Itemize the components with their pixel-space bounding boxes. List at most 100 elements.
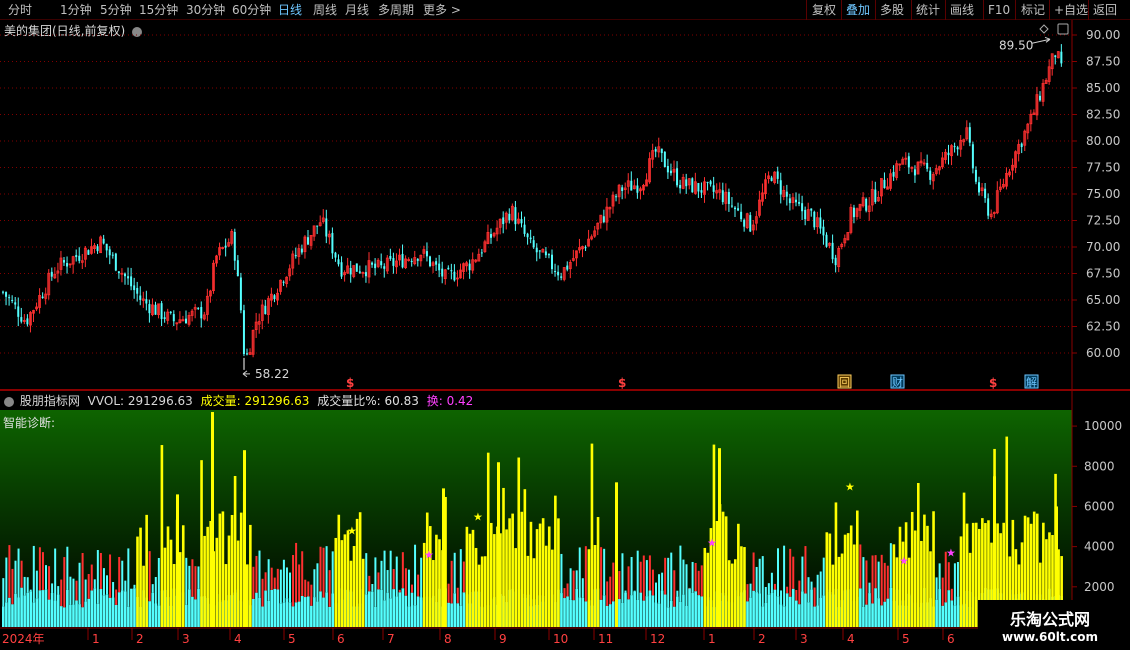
tab-4[interactable]: 30分钟 bbox=[186, 2, 225, 18]
diamond-icon[interactable] bbox=[1039, 24, 1049, 34]
volume-base-bar bbox=[66, 589, 69, 627]
candle-body bbox=[87, 250, 90, 255]
candle-body bbox=[63, 260, 65, 263]
candle-body bbox=[224, 245, 227, 248]
volume-base-bar bbox=[746, 601, 749, 627]
toolbar-button-7[interactable]: +自选 bbox=[1054, 2, 1088, 18]
candle-body bbox=[358, 271, 361, 273]
month-label: 1 bbox=[708, 632, 716, 646]
candle-body bbox=[145, 299, 148, 304]
indicator-chart[interactable]: 100008000600040002000★★★★★★★2024年 1 2 3 4 5 6 7… bbox=[0, 390, 1130, 650]
volume-yellow-bar bbox=[477, 564, 481, 627]
tab-10[interactable]: 更多 > bbox=[423, 2, 461, 18]
toolbar-button-6[interactable]: 标记 bbox=[1021, 2, 1045, 18]
volume-yellow-bar bbox=[142, 565, 145, 627]
volume-yellow-bar bbox=[965, 523, 969, 627]
tab-7[interactable]: 周线 bbox=[313, 2, 337, 18]
volume-base-bar bbox=[874, 588, 877, 627]
volume-yellow-bar bbox=[358, 512, 362, 627]
candle-body bbox=[679, 184, 682, 189]
volume-base-bar bbox=[117, 592, 121, 627]
tab-1[interactable]: 1分钟 bbox=[60, 2, 92, 18]
candle-body bbox=[197, 307, 200, 309]
month-label: 2 bbox=[758, 632, 766, 646]
tab-3[interactable]: 15分钟 bbox=[139, 2, 178, 18]
volume-base-bar bbox=[17, 597, 20, 627]
candle-body bbox=[798, 202, 801, 204]
month-label: 2 bbox=[136, 632, 144, 646]
volume-base-bar bbox=[676, 596, 679, 627]
volume-yellow-bar bbox=[502, 487, 505, 627]
volume-base-bar bbox=[685, 605, 688, 627]
toolbar-button-0[interactable]: 复权 bbox=[812, 2, 836, 18]
toolbar-button-8[interactable]: 返回 bbox=[1093, 2, 1117, 18]
candle-body bbox=[749, 215, 752, 232]
volume-yellow-bar bbox=[346, 530, 350, 627]
signal-star-icon: ★ bbox=[347, 525, 357, 538]
candle-body bbox=[740, 211, 743, 220]
volume-yellow-bar bbox=[926, 525, 929, 627]
tab-8[interactable]: 月线 bbox=[345, 2, 369, 18]
signal-star-icon: ★ bbox=[424, 549, 434, 562]
candle-body bbox=[621, 187, 624, 191]
volume-base-bar bbox=[862, 606, 865, 627]
volume-base-bar bbox=[602, 595, 606, 627]
candle-body bbox=[978, 182, 980, 193]
tab-5[interactable]: 60分钟 bbox=[232, 2, 271, 18]
candle-body bbox=[663, 151, 666, 168]
volume-base-bar bbox=[639, 592, 643, 627]
volume-base-bar bbox=[90, 590, 94, 627]
candle-body bbox=[865, 198, 868, 211]
toolbar-button-2[interactable]: 多股 bbox=[880, 2, 904, 18]
volume-yellow-bar bbox=[535, 529, 539, 627]
toolbar-button-3[interactable]: 统计 bbox=[916, 2, 940, 18]
volume-yellow-bar bbox=[834, 502, 838, 627]
tab-0[interactable]: 分时 bbox=[8, 2, 32, 18]
month-label: 12 bbox=[650, 632, 665, 646]
volume-base-bar bbox=[53, 600, 57, 627]
volume-yellow-bar bbox=[203, 535, 206, 627]
tab-6[interactable]: 日线 bbox=[278, 2, 302, 18]
price-chart[interactable]: 90.00 87.50 85.00 82.50 80.00 77.50 75.00 72.50… bbox=[0, 20, 1130, 390]
candle-body bbox=[584, 247, 587, 249]
volume-yellow-bar bbox=[233, 475, 237, 627]
volume-base-bar bbox=[133, 588, 136, 627]
volume-base-bar bbox=[303, 597, 307, 627]
volume-base-bar bbox=[26, 592, 29, 627]
volume-base-bar bbox=[779, 604, 783, 627]
volume-base-bar bbox=[459, 605, 463, 627]
volume-tick-label: 8000 bbox=[1084, 459, 1115, 473]
candle-body bbox=[721, 190, 724, 203]
candle-body bbox=[547, 254, 550, 256]
candle-body bbox=[282, 281, 285, 283]
volume-base-bar bbox=[93, 588, 97, 627]
volume-yellow-bar bbox=[904, 522, 908, 627]
toolbar-button-5[interactable]: F10 bbox=[988, 2, 1010, 18]
toolbar-button-4[interactable]: 画线 bbox=[950, 2, 974, 18]
volume-yellow-bar bbox=[547, 526, 551, 627]
volume-base-bar bbox=[654, 602, 658, 627]
window-icon[interactable] bbox=[1057, 23, 1069, 35]
volume-yellow-bar bbox=[493, 534, 496, 627]
volume-yellow-bar bbox=[435, 534, 438, 627]
volume-yellow-bar bbox=[334, 537, 338, 627]
candle-body bbox=[804, 209, 807, 220]
toolbar-button-1[interactable]: 叠加 bbox=[846, 2, 870, 18]
volume-base-bar bbox=[599, 599, 603, 627]
candle-body bbox=[1054, 55, 1057, 58]
month-label: 1 bbox=[92, 632, 100, 646]
volume-base-bar bbox=[663, 594, 667, 627]
volume-base-bar bbox=[20, 587, 23, 627]
month-label: 4 bbox=[847, 632, 855, 646]
period-toolbar: 分时 1分钟 5分钟 15分钟 30分钟 60分钟 日线 周线 月线 多周期 更多 > 复权 叠加 多股统… bbox=[0, 0, 1130, 20]
candle-body bbox=[294, 255, 297, 257]
toolbar-separator bbox=[983, 0, 984, 20]
tab-2[interactable]: 5分钟 bbox=[100, 2, 132, 18]
volume-yellow-bar bbox=[438, 539, 441, 627]
volume-yellow-bar bbox=[227, 535, 231, 627]
volume-base-bar bbox=[798, 604, 801, 627]
volume-spike bbox=[176, 494, 179, 627]
price-tick-label: 80.00 bbox=[1086, 134, 1120, 148]
tab-9[interactable]: 多周期 bbox=[378, 2, 414, 18]
volume-base-bar bbox=[785, 593, 789, 627]
